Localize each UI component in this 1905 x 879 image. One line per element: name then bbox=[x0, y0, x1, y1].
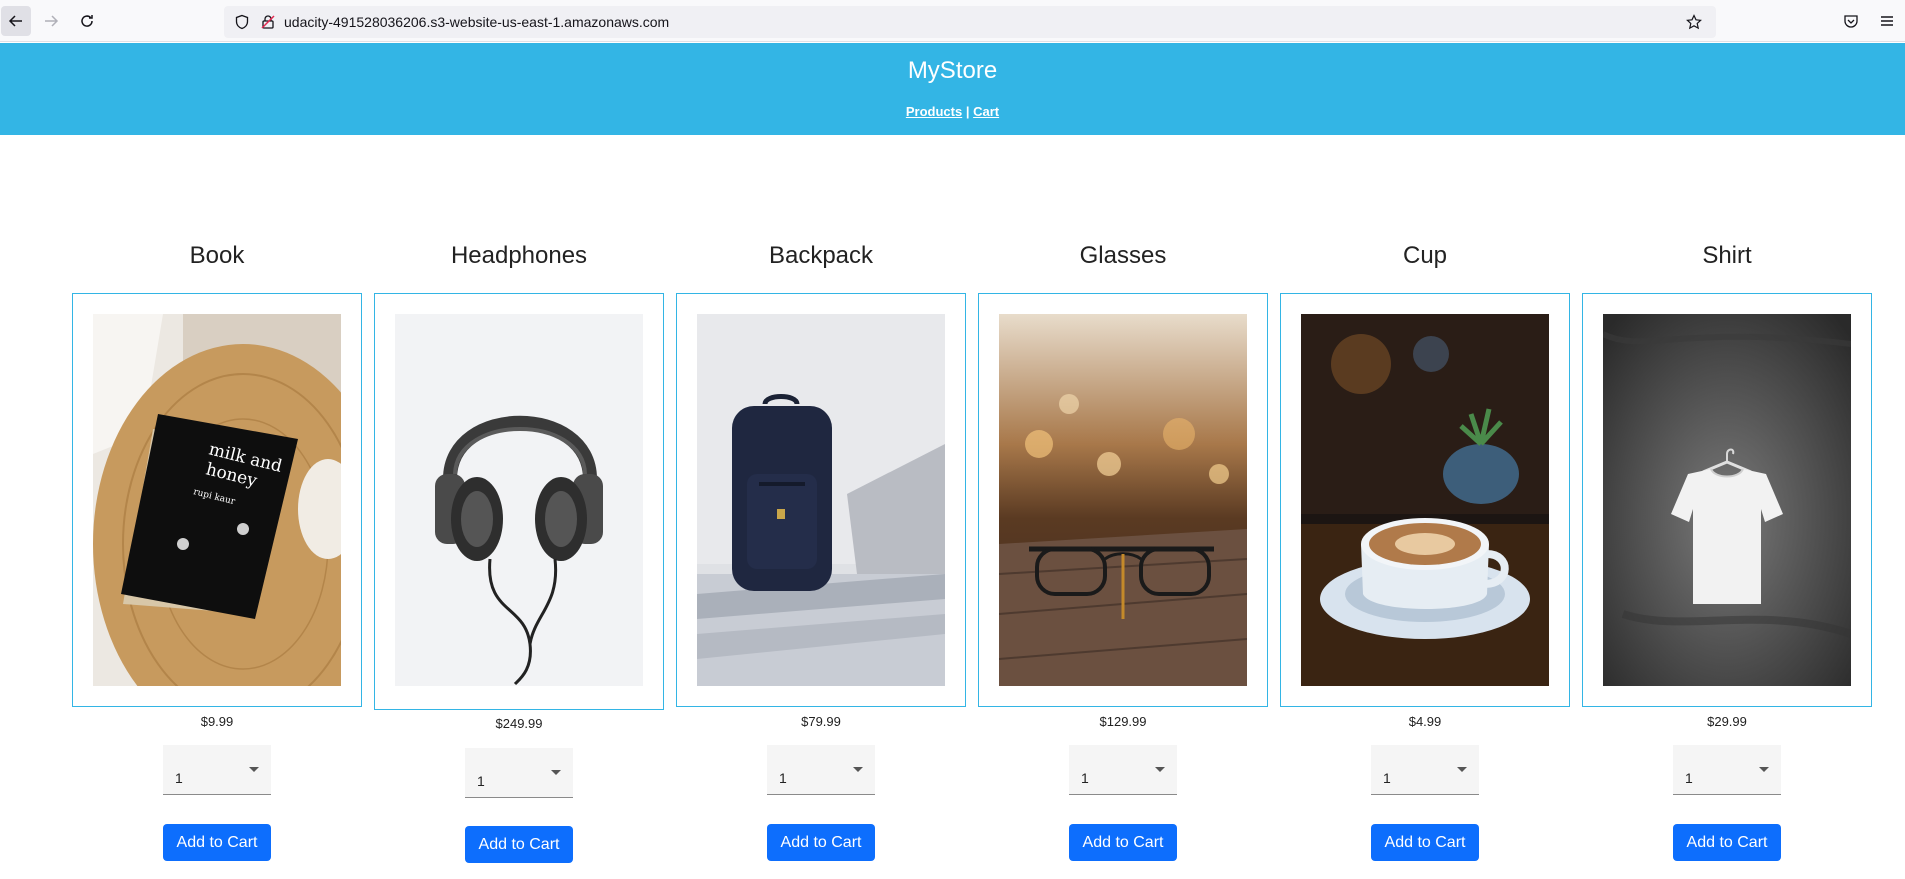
reload-button[interactable] bbox=[72, 6, 102, 36]
nav-link-products[interactable]: Products bbox=[906, 104, 962, 119]
product-image-cup[interactable] bbox=[1301, 314, 1549, 686]
site-title: MyStore bbox=[907, 57, 998, 84]
arrow-left-icon bbox=[8, 15, 22, 27]
quantity-select[interactable]: 1 bbox=[1371, 745, 1479, 795]
add-to-cart-button[interactable]: Add to Cart bbox=[1673, 824, 1781, 861]
add-to-cart-button[interactable]: Add to Cart bbox=[163, 824, 271, 861]
dropdown-arrow-icon bbox=[551, 770, 561, 775]
product-name: Book bbox=[189, 242, 245, 269]
product-image-frame[interactable]: milk and honey rupi kaur bbox=[72, 293, 362, 707]
pocket-icon[interactable] bbox=[1843, 13, 1859, 29]
product-image-shirt[interactable] bbox=[1603, 314, 1851, 686]
address-bar[interactable]: udacity-491528036206.s3-website-us-east-… bbox=[224, 6, 1716, 38]
forward-button[interactable] bbox=[36, 6, 66, 36]
url-text[interactable]: udacity-491528036206.s3-website-us-east-… bbox=[284, 14, 669, 30]
quantity-value: 1 bbox=[779, 770, 787, 786]
product-image-frame[interactable] bbox=[676, 293, 966, 707]
product-name: Backpack bbox=[768, 242, 874, 269]
quantity-select[interactable]: 1 bbox=[1069, 745, 1177, 795]
product-image-glasses[interactable] bbox=[999, 314, 1247, 686]
product-price: $79.99 bbox=[801, 714, 841, 729]
reload-icon bbox=[81, 15, 93, 27]
product-list: Book milk and honey rupi kaur $9.99 1 Ad… bbox=[0, 135, 1905, 879]
nav-separator: | bbox=[965, 104, 970, 119]
product-image-frame[interactable] bbox=[1582, 293, 1872, 707]
quantity-select[interactable]: 1 bbox=[767, 745, 875, 795]
product-price: $29.99 bbox=[1707, 714, 1747, 729]
product-name: Headphones bbox=[450, 242, 588, 269]
arrow-right-icon bbox=[45, 15, 59, 27]
site-header: MyStore Products | Cart bbox=[0, 43, 1905, 135]
product-image-frame[interactable] bbox=[978, 293, 1268, 707]
dropdown-arrow-icon bbox=[853, 767, 863, 772]
insecure-lock-icon[interactable] bbox=[260, 14, 276, 30]
add-to-cart-button[interactable]: Add to Cart bbox=[767, 824, 875, 861]
shield-icon[interactable] bbox=[234, 14, 250, 30]
product-image-headphones[interactable] bbox=[395, 314, 643, 686]
site-nav: Products | Cart bbox=[0, 104, 1905, 119]
bookmark-star-icon[interactable] bbox=[1686, 14, 1702, 30]
quantity-value: 1 bbox=[1383, 770, 1391, 786]
product-price: $4.99 bbox=[1408, 714, 1442, 729]
product-price: $9.99 bbox=[200, 714, 234, 729]
product-name: Shirt bbox=[1702, 242, 1752, 269]
dropdown-arrow-icon bbox=[1457, 767, 1467, 772]
product-name: Cup bbox=[1402, 242, 1448, 269]
product-image-frame[interactable] bbox=[374, 293, 664, 710]
product-price: $249.99 bbox=[495, 716, 543, 731]
quantity-value: 1 bbox=[1685, 770, 1693, 786]
product-name: Glasses bbox=[1079, 242, 1167, 269]
quantity-value: 1 bbox=[175, 770, 183, 786]
dropdown-arrow-icon bbox=[1759, 767, 1769, 772]
quantity-select[interactable]: 1 bbox=[1673, 745, 1781, 795]
dropdown-arrow-icon bbox=[249, 767, 259, 772]
hamburger-menu-icon[interactable] bbox=[1879, 13, 1895, 29]
product-image-book[interactable]: milk and honey rupi kaur bbox=[93, 314, 341, 686]
quantity-value: 1 bbox=[477, 773, 485, 789]
back-button[interactable] bbox=[1, 6, 31, 36]
browser-toolbar: udacity-491528036206.s3-website-us-east-… bbox=[0, 0, 1905, 42]
quantity-value: 1 bbox=[1081, 770, 1089, 786]
product-price: $129.99 bbox=[1099, 714, 1147, 729]
dropdown-arrow-icon bbox=[1155, 767, 1165, 772]
add-to-cart-button[interactable]: Add to Cart bbox=[465, 826, 573, 863]
add-to-cart-button[interactable]: Add to Cart bbox=[1371, 824, 1479, 861]
product-image-frame[interactable] bbox=[1280, 293, 1570, 707]
quantity-select[interactable]: 1 bbox=[465, 748, 573, 798]
add-to-cart-button[interactable]: Add to Cart bbox=[1069, 824, 1177, 861]
quantity-select[interactable]: 1 bbox=[163, 745, 271, 795]
product-image-backpack[interactable] bbox=[697, 314, 945, 686]
nav-link-cart[interactable]: Cart bbox=[973, 104, 999, 119]
